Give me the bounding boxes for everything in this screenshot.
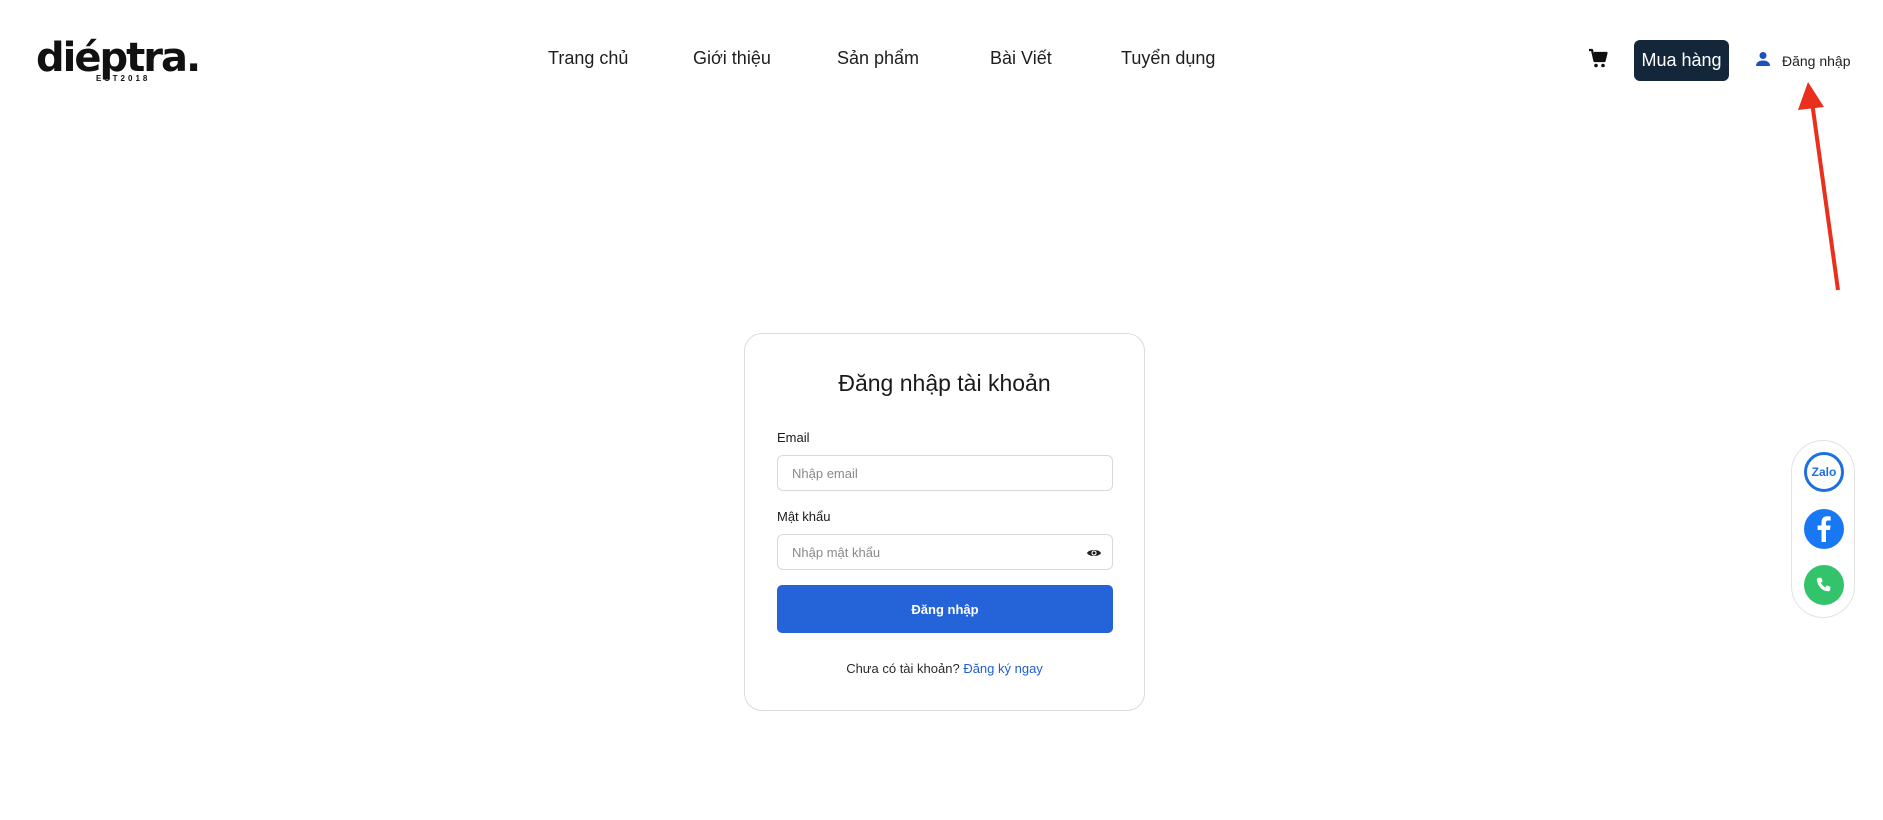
nav-home[interactable]: Trang chủ <box>548 48 628 69</box>
register-prompt: Chưa có tài khoản? <box>846 661 960 676</box>
email-label: Email <box>777 430 810 445</box>
nav-about[interactable]: Giới thiệu <box>693 48 771 69</box>
nav-products[interactable]: Sản phẩm <box>837 48 919 69</box>
cart-icon[interactable] <box>1586 46 1610 70</box>
email-field[interactable]: Nhập email <box>777 455 1113 491</box>
site-logo[interactable]: diéptra. EST2018 <box>36 36 201 86</box>
login-submit-button[interactable]: Đăng nhập <box>777 585 1113 633</box>
header-login-label: Đăng nhập <box>1782 52 1851 69</box>
phone-icon[interactable] <box>1804 565 1844 605</box>
register-link[interactable]: Đăng ký ngay <box>963 661 1043 676</box>
login-card: Đăng nhập tài khoản Email Nhập email Mật… <box>744 333 1145 711</box>
register-prompt-row: Chưa có tài khoản? Đăng ký ngay <box>745 661 1144 676</box>
zalo-label: Zalo <box>1811 465 1837 479</box>
user-icon <box>1754 50 1772 71</box>
password-field[interactable]: Nhập mật khẩu <box>777 534 1113 570</box>
login-title: Đăng nhập tài khoản <box>838 370 1051 396</box>
nav-articles[interactable]: Bài Viết <box>990 48 1052 69</box>
facebook-icon[interactable] <box>1804 509 1844 549</box>
header-login-link[interactable]: Đăng nhập <box>1754 50 1851 71</box>
logo-subtext: EST2018 <box>96 74 151 83</box>
password-label: Mật khẩu <box>777 509 831 524</box>
password-placeholder: Nhập mật khẩu <box>792 544 881 560</box>
email-placeholder: Nhập email <box>792 465 858 481</box>
buy-button[interactable]: Mua hàng <box>1634 40 1729 81</box>
site-header: diéptra. EST2018 Trang chủ Giới thiệu Sả… <box>0 0 1883 120</box>
nav-careers[interactable]: Tuyển dụng <box>1121 48 1215 69</box>
annotation-arrow <box>1798 82 1840 291</box>
zalo-icon[interactable]: Zalo <box>1804 452 1844 492</box>
social-float-bar: Zalo <box>1791 440 1855 618</box>
eye-icon[interactable] <box>1086 546 1102 560</box>
